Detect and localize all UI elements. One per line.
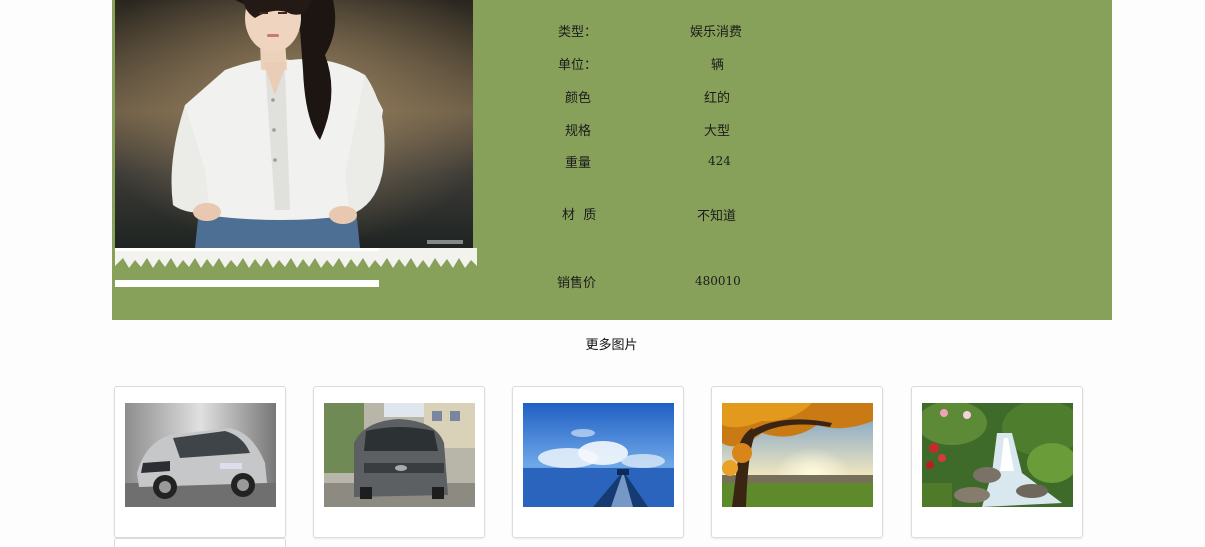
ocean-pier-image xyxy=(523,403,674,507)
garden-waterfall-image xyxy=(922,403,1073,507)
thumbnail-card-gray-van[interactable] xyxy=(313,386,485,538)
spec-value-price: 480010 xyxy=(695,274,741,288)
gray-van-image xyxy=(324,403,475,507)
spec-value-weight: 424 xyxy=(708,154,731,168)
spec-label-price: 销售价 xyxy=(557,276,597,291)
thumbnail-card-partial[interactable] xyxy=(114,538,286,547)
thumbnail-card-silver-hatchback[interactable] xyxy=(114,386,286,538)
spec-label-color: 颜色 xyxy=(565,91,592,106)
photo-torn-edge xyxy=(115,248,477,268)
product-page: 类型： 娱乐消费 单位： 辆 颜色 红的 规格 大型 重量 424 材 质 不知… xyxy=(0,0,1205,547)
spec-label-unit: 单位： xyxy=(558,58,598,73)
spec-label-weight: 重量 xyxy=(565,156,592,171)
spec-value-material: 不知道 xyxy=(697,209,737,224)
autumn-tree-image xyxy=(722,403,873,507)
spec-value-color: 红的 xyxy=(704,91,731,106)
thumbnail-card-ocean-pier[interactable] xyxy=(512,386,684,538)
spec-value-size: 大型 xyxy=(704,124,731,139)
thumbnail-card-autumn-tree[interactable] xyxy=(711,386,883,538)
product-main-photo[interactable] xyxy=(115,0,473,248)
spec-label-size: 规格 xyxy=(565,124,592,139)
silver-hatchback-image xyxy=(125,403,276,507)
product-detail-panel: 类型： 娱乐消费 单位： 辆 颜色 红的 规格 大型 重量 424 材 质 不知… xyxy=(112,0,1112,320)
spec-label-type: 类型： xyxy=(558,25,598,40)
spec-label-material: 材 质 xyxy=(562,208,597,223)
more-images-title: 更多图片 xyxy=(585,338,638,353)
photo-divider-bar xyxy=(115,280,379,287)
spec-value-unit: 辆 xyxy=(711,58,725,73)
spec-value-type: 娱乐消费 xyxy=(690,25,743,40)
thumbnail-card-garden-waterfall[interactable] xyxy=(911,386,1083,538)
